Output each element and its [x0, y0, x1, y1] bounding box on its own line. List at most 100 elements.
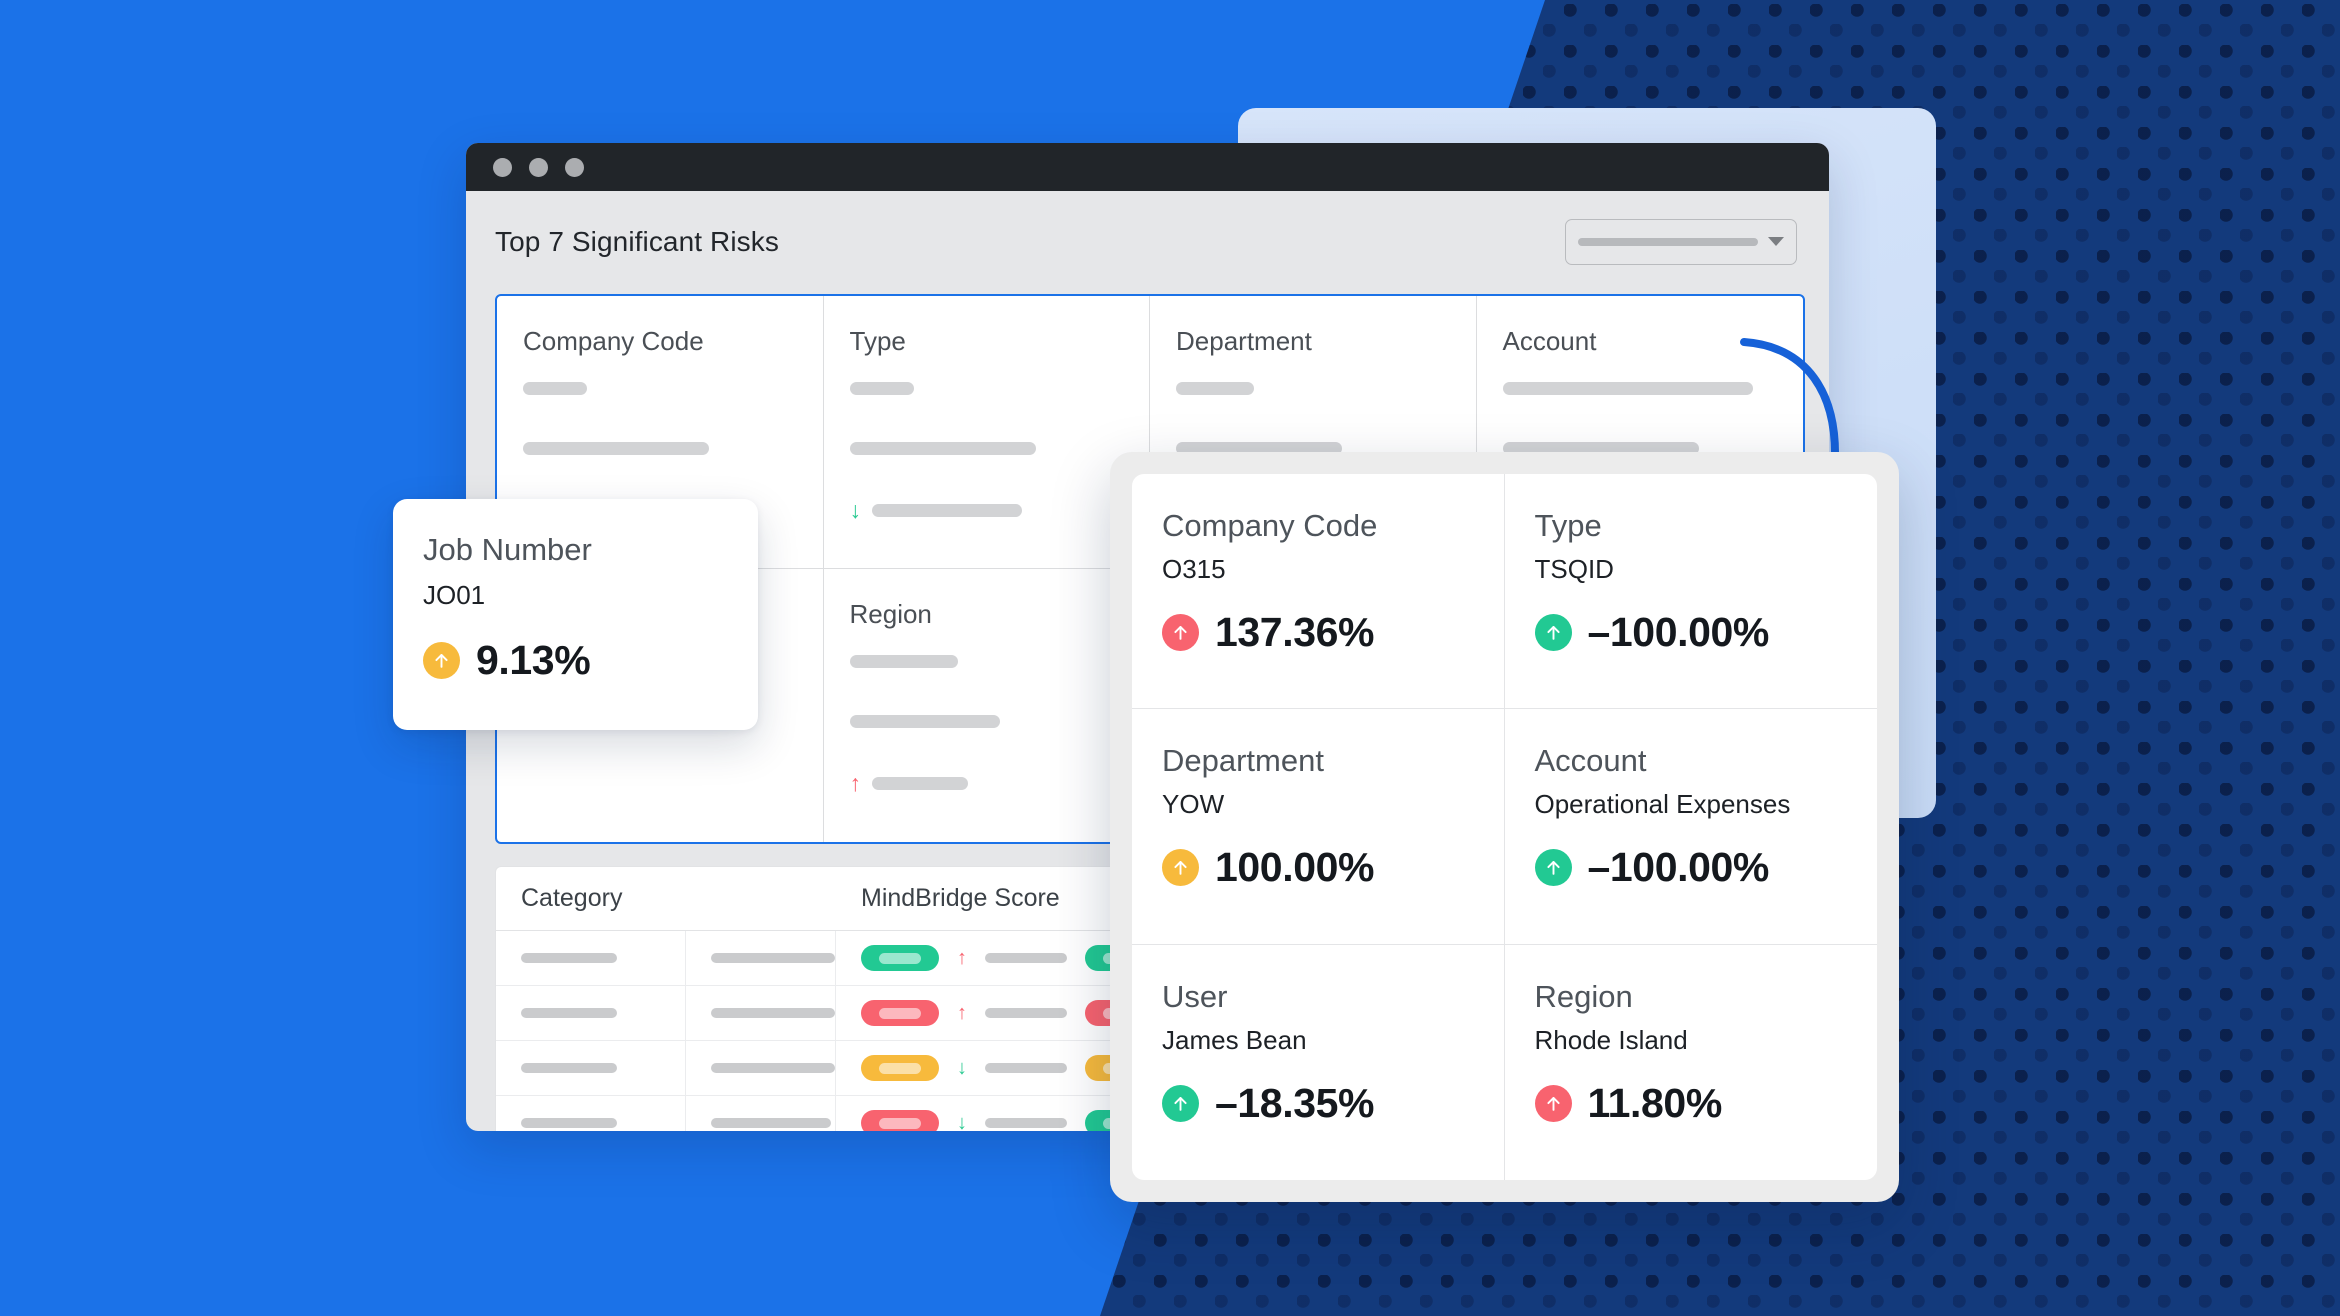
trend-skeleton: [872, 504, 1022, 517]
window-titlebar: [466, 143, 1829, 191]
detail-label: Account: [1534, 743, 1647, 779]
detail-label: Department: [1162, 743, 1324, 779]
kpi-label: Type: [849, 326, 906, 356]
detail-value: O315: [1162, 554, 1226, 584]
table-cell-category: [496, 1096, 686, 1131]
arrow-up-circle-icon: [1534, 1084, 1572, 1122]
cell-skeleton: [711, 1008, 835, 1018]
detail-cell-region[interactable]: Region Rhode Island 11.80%: [1505, 945, 1878, 1180]
table-cell-secondary: [686, 986, 836, 1040]
maximize-dot-icon[interactable]: [565, 157, 584, 177]
arrow-down-icon: ↓: [849, 497, 862, 523]
detail-value: YOW: [1162, 789, 1225, 820]
value-skeleton: [1176, 382, 1254, 395]
detail-label: Region: [1534, 978, 1633, 1014]
detail-value: James Bean: [1162, 1024, 1307, 1055]
value-skeleton: [523, 442, 709, 455]
job-number-percent: 9.13%: [476, 637, 591, 683]
kpi-label: Region: [849, 599, 932, 629]
cell-skeleton: [711, 953, 835, 963]
value-skeleton: [1502, 382, 1753, 395]
arrow-up-circle-icon: [1162, 849, 1199, 887]
table-cell-secondary: [686, 1041, 836, 1095]
detail-cell-account[interactable]: Account Operational Expenses –100.00%: [1504, 709, 1877, 945]
arrow-up-icon: ↑: [849, 770, 862, 796]
risk-detail-overlay: Company Code O315 137.36% Type TSQID –100.00%…: [1110, 452, 1899, 1202]
cell-skeleton: [521, 1063, 617, 1073]
arrow-up-icon: ↑: [957, 1002, 967, 1024]
value-skeleton: [849, 715, 1000, 728]
kpi-cell-type[interactable]: Type ↓: [823, 296, 1150, 569]
job-number-tooltip-card: Job Number JO01 9.13%: [393, 499, 758, 730]
cell-skeleton: [521, 1118, 617, 1128]
score-pill: [861, 1000, 939, 1026]
arrow-down-icon: ↓: [957, 1057, 967, 1079]
detail-cell-company-code[interactable]: Company Code O315 137.36%: [1132, 474, 1505, 710]
chevron-down-icon: [1768, 237, 1784, 246]
trend-skeleton: [872, 777, 968, 790]
arrow-up-circle-icon: [1534, 614, 1572, 651]
table-cell-category: [496, 1041, 686, 1095]
job-number-value: JO01: [423, 580, 486, 610]
detail-percent: –18.35%: [1215, 1079, 1375, 1126]
cell-skeleton: [985, 953, 1067, 963]
close-dot-icon[interactable]: [493, 157, 512, 177]
kpi-label: Account: [1502, 326, 1597, 356]
table-cell-secondary: [686, 931, 836, 985]
score-pill: [861, 945, 939, 971]
kpi-cell-region[interactable]: Region ↑: [824, 569, 1150, 842]
cell-skeleton: [985, 1063, 1067, 1073]
detail-percent-row: 11.80%: [1534, 1079, 1848, 1127]
kpi-label: Company Code: [523, 326, 704, 356]
detail-cell-type[interactable]: Type TSQID –100.00%: [1504, 474, 1877, 710]
filter-select-value-skeleton: [1578, 237, 1758, 246]
detail-percent: 11.80%: [1587, 1079, 1723, 1126]
detail-percent: –100.00%: [1587, 844, 1770, 891]
table-cell-category: [496, 931, 686, 985]
filter-select[interactable]: [1565, 218, 1797, 265]
kpi-trend: ↑: [850, 772, 1124, 795]
value-skeleton: [849, 655, 958, 668]
detail-label: User: [1162, 978, 1228, 1014]
detail-percent-row: –100.00%: [1534, 844, 1848, 891]
detail-label: Company Code: [1162, 508, 1378, 543]
value-skeleton: [849, 382, 914, 395]
table-cell-category: [496, 986, 686, 1040]
cell-skeleton: [711, 1118, 831, 1128]
cell-skeleton: [985, 1008, 1067, 1018]
arrow-up-circle-icon: [1534, 849, 1572, 887]
minimize-dot-icon[interactable]: [529, 157, 548, 177]
detail-percent-row: –18.35%: [1162, 1080, 1474, 1127]
detail-percent: –100.00%: [1587, 609, 1770, 655]
score-pill: [861, 1055, 939, 1081]
cell-skeleton: [521, 1008, 617, 1018]
page-title: Top 7 Significant Risks: [495, 225, 779, 257]
detail-percent-row: –100.00%: [1534, 609, 1848, 656]
score-pill: [861, 1110, 939, 1131]
job-number-label: Job Number: [423, 532, 592, 567]
arrow-up-circle-icon: [1162, 614, 1199, 651]
panel-header: Top 7 Significant Risks: [466, 191, 1829, 292]
arrow-up-icon: ↑: [957, 947, 967, 969]
detail-percent-row: 137.36%: [1162, 609, 1474, 656]
detail-cell-department[interactable]: Department YOW 100.00%: [1132, 709, 1505, 945]
detail-value: Rhode Island: [1534, 1024, 1688, 1055]
detail-value: Operational Expenses: [1534, 789, 1791, 820]
detail-cell-user[interactable]: User James Bean –18.35%: [1132, 944, 1505, 1180]
kpi-label: Department: [1176, 326, 1312, 356]
column-header-category[interactable]: Category: [496, 884, 686, 913]
cell-skeleton: [985, 1118, 1067, 1128]
risk-detail-grid: Company Code O315 137.36% Type TSQID –100.00%…: [1132, 474, 1877, 1180]
arrow-up-circle-icon: [423, 642, 460, 679]
kpi-trend: ↓: [850, 499, 1124, 522]
detail-percent-row: 100.00%: [1162, 844, 1474, 891]
arrow-down-icon: ↓: [957, 1112, 967, 1131]
table-cell-secondary: [686, 1096, 836, 1131]
value-skeleton: [849, 442, 1036, 455]
detail-label: Type: [1534, 508, 1602, 543]
cell-skeleton: [711, 1063, 835, 1073]
detail-percent: 137.36%: [1215, 609, 1375, 655]
value-skeleton: [523, 382, 587, 395]
detail-value: TSQID: [1534, 554, 1614, 584]
detail-percent: 100.00%: [1215, 844, 1375, 891]
